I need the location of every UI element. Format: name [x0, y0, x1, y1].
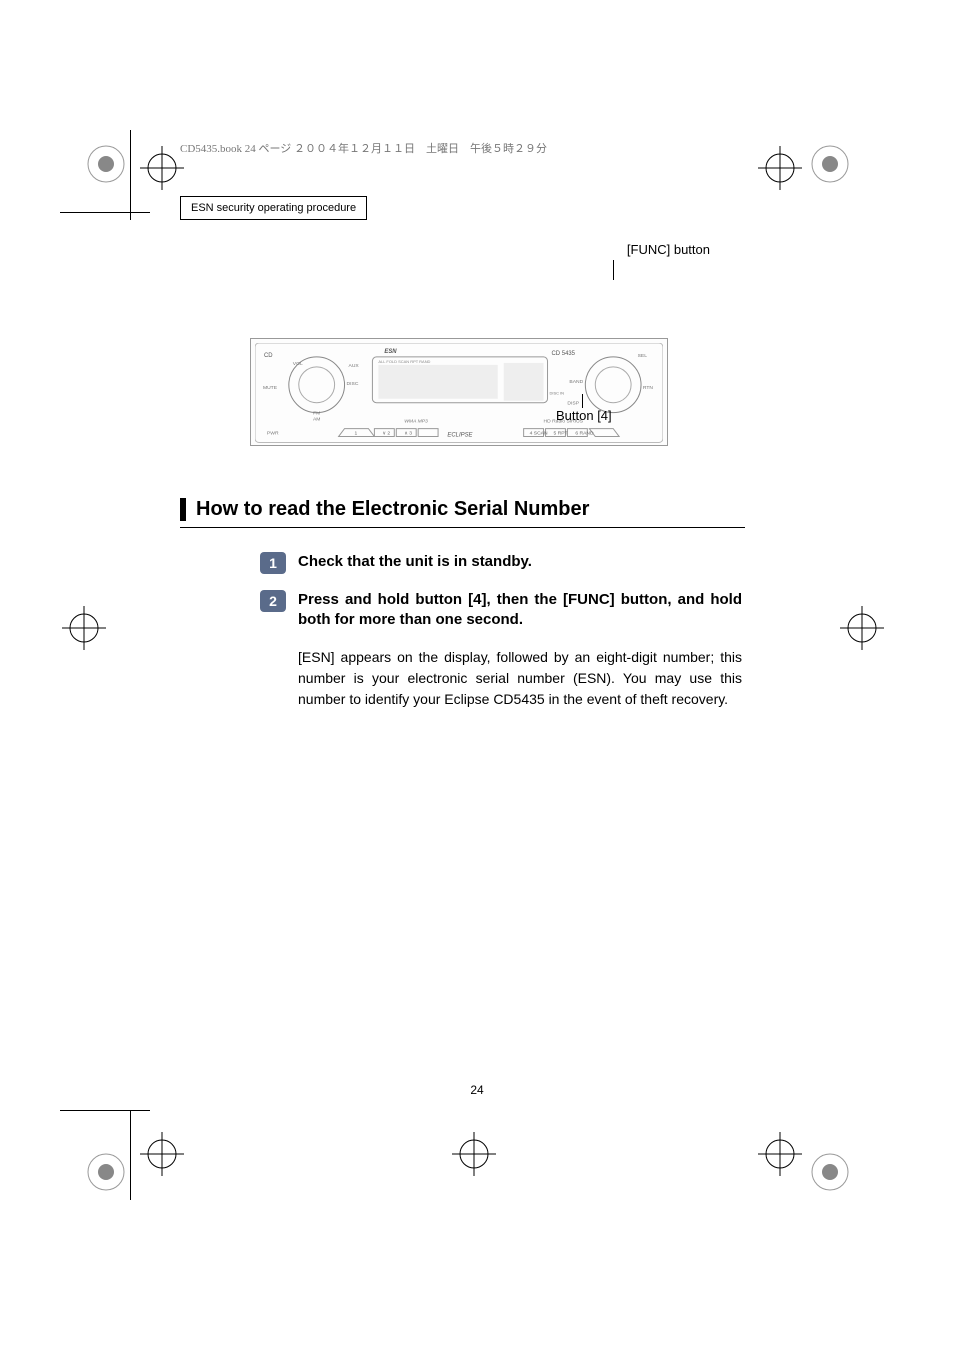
device-illustration: CD VOL AUX DISC MUTE FM AM PWR ESN CD 54…: [250, 338, 668, 446]
crop-mark-bl: [82, 1148, 130, 1196]
chapter-label: ESN security operating procedure: [180, 196, 367, 220]
crop-mark-mr: [838, 604, 886, 652]
svg-text:1: 1: [354, 431, 357, 437]
crop-mark-ml: [60, 604, 108, 652]
crop-line: [130, 1110, 131, 1200]
crop-mark-tl: [82, 140, 130, 188]
crop-mark-tl2: [138, 144, 186, 192]
crop-line: [60, 1110, 150, 1111]
svg-text:4 SCAN: 4 SCAN: [530, 431, 548, 437]
device-disc-label: DISC: [347, 381, 359, 387]
svg-text:AM: AM: [313, 417, 320, 423]
crop-mark-br2: [756, 1130, 804, 1178]
crop-mark-bl2: [138, 1130, 186, 1178]
step-1: 1 Check that the unit is in standby.: [260, 552, 780, 574]
svg-text:∨ 2: ∨ 2: [382, 431, 390, 437]
device-discin-label: DISC IN: [550, 391, 565, 396]
step-2-title: Press and hold button [4], then the [FUN…: [298, 590, 742, 631]
svg-text:5 RPT: 5 RPT: [553, 431, 567, 437]
step-2-badge: 2: [260, 590, 286, 612]
svg-text:∧ 3: ∧ 3: [404, 431, 412, 437]
step-2-body: [ESN] appears on the display, followed b…: [298, 647, 742, 710]
device-disp-label: DISP: [567, 401, 579, 407]
device-vol-label: VOL: [293, 361, 303, 367]
crop-mark-bc: [450, 1130, 498, 1178]
svg-text:6 RAND: 6 RAND: [575, 431, 594, 437]
device-model-label: CD 5435: [552, 351, 576, 357]
svg-text:WMA MP3: WMA MP3: [404, 419, 428, 425]
device-esn-label: ESN: [384, 349, 397, 355]
device-pwr-label: PWR: [267, 431, 279, 437]
step-2: 2 Press and hold button [4], then the [F…: [260, 590, 780, 631]
page-print-info: CD5435.book 24 ページ ２００４年１２月１１日 土曜日 午後５時２…: [180, 140, 780, 156]
crop-mark-br: [806, 1148, 854, 1196]
device-sel-label: SEL: [638, 353, 648, 359]
callout-btn4-leader: [582, 394, 583, 408]
device-annun: ALL FOLD SCAN RPT RAND: [378, 359, 430, 364]
step-1-title: Check that the unit is in standby.: [298, 552, 742, 574]
device-svg: CD VOL AUX DISC MUTE FM AM PWR ESN CD 54…: [255, 343, 663, 443]
crop-line: [130, 130, 131, 220]
callout-btn4: Button [4]: [556, 408, 612, 423]
section-title: How to read the Electronic Serial Number: [180, 498, 780, 521]
device-eclipse-label: ECLIPSE: [447, 433, 473, 439]
step-1-badge: 1: [260, 552, 286, 574]
section-rule: [180, 527, 745, 528]
callout-func: [FUNC] button: [627, 242, 710, 257]
crop-mark-tr: [806, 140, 854, 188]
device-rtn-label: RTN: [643, 385, 654, 391]
device-mute-label: MUTE: [263, 385, 278, 391]
device-fmam-label: FM: [313, 411, 320, 417]
device-band-label: BAND: [569, 379, 583, 385]
crop-line: [60, 212, 150, 213]
device-cd-label: CD: [264, 353, 273, 359]
callout-func-leader: [613, 260, 614, 280]
device-aux-label: AUX: [349, 363, 360, 369]
page-number: 24: [0, 1083, 954, 1097]
